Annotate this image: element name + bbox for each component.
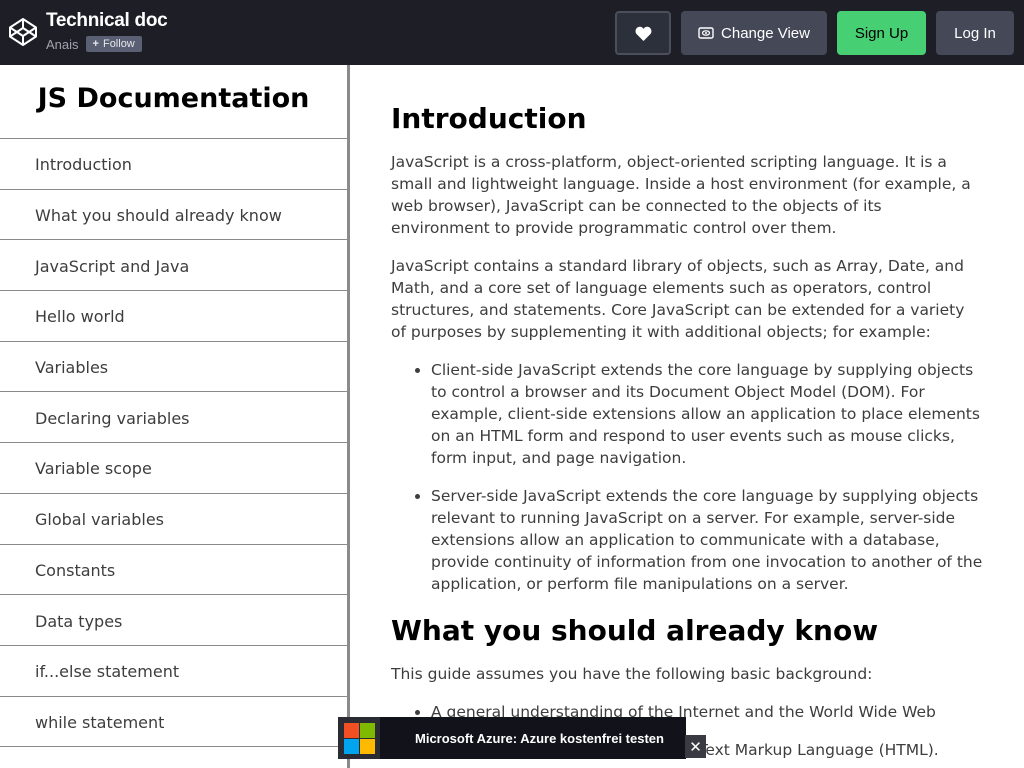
owner-name[interactable]: Anais xyxy=(46,37,79,52)
list-item: Client-side JavaScript extends the core … xyxy=(431,359,984,469)
change-view-label: Change View xyxy=(721,24,810,42)
sidebar-title: JS Documentation xyxy=(0,65,347,139)
pen-title[interactable]: Technical doc xyxy=(46,9,168,33)
logo-square-yellow xyxy=(359,738,375,754)
follow-label: Follow xyxy=(102,38,135,50)
paragraph: JavaScript is a cross-platform, object-o… xyxy=(391,153,971,237)
microsoft-logo-icon xyxy=(338,717,380,759)
nav-link-variable-scope[interactable]: Variable scope xyxy=(0,443,347,494)
list-item: Server-side JavaScript extends the core … xyxy=(431,485,984,595)
paragraph: JavaScript contains a standard library o… xyxy=(391,257,965,341)
eye-icon xyxy=(698,27,714,39)
heart-button[interactable] xyxy=(615,11,671,55)
nav-link-what-you-should-already-know[interactable]: What you should already know xyxy=(0,190,347,241)
pen-info: Technical doc Anais + Follow xyxy=(46,9,168,52)
top-bar: Technical doc Anais + Follow Change View… xyxy=(0,0,1024,65)
nav-link-if-else-statement[interactable]: if...else statement xyxy=(0,646,347,697)
nav-list: Introduction What you should already kno… xyxy=(0,139,347,748)
change-view-button[interactable]: Change View xyxy=(681,11,827,55)
nav-link-declaring-variables[interactable]: Declaring variables xyxy=(0,392,347,444)
log-in-button[interactable]: Log In xyxy=(936,11,1014,55)
follow-button[interactable]: + Follow xyxy=(85,36,142,52)
ad-text[interactable]: Microsoft Azure: Azure kostenfrei testen xyxy=(415,731,664,746)
navbar: JS Documentation Introduction What you s… xyxy=(0,65,350,768)
owner-row: Anais + Follow xyxy=(46,36,167,52)
sign-up-button[interactable]: Sign Up xyxy=(837,11,926,55)
ad-banner[interactable]: Microsoft Azure: Azure kostenfrei testen xyxy=(338,717,686,759)
nav-link-constants[interactable]: Constants xyxy=(0,545,347,596)
nav-link-javascript-and-java[interactable]: JavaScript and Java xyxy=(0,240,347,292)
section-title: Introduction xyxy=(391,102,587,135)
bullet-list: Client-side JavaScript extends the core … xyxy=(431,359,984,595)
section-introduction: Introduction JavaScript is a cross-platf… xyxy=(391,99,984,595)
logo-square-green xyxy=(359,722,375,738)
plus-icon: + xyxy=(92,38,99,50)
nav-link-while-statement[interactable]: while statement xyxy=(0,697,347,748)
section-title: What you should already know xyxy=(391,614,879,647)
ad-close-button[interactable]: ✕ xyxy=(685,735,706,758)
nav-link-introduction[interactable]: Introduction xyxy=(0,139,347,190)
nav-link-global-variables[interactable]: Global variables xyxy=(0,494,347,545)
nav-link-variables[interactable]: Variables xyxy=(0,342,347,393)
nav-link-hello-world[interactable]: Hello world xyxy=(0,291,347,342)
nav-link-data-types[interactable]: Data types xyxy=(0,595,347,646)
logo-square-blue xyxy=(343,738,359,754)
logo-square-red xyxy=(343,722,359,738)
main-doc: Introduction JavaScript is a cross-platf… xyxy=(350,65,1024,768)
heart-icon xyxy=(635,26,651,41)
paragraph: This guide assumes you have the followin… xyxy=(391,665,873,683)
codepen-logo-icon[interactable] xyxy=(8,17,38,47)
